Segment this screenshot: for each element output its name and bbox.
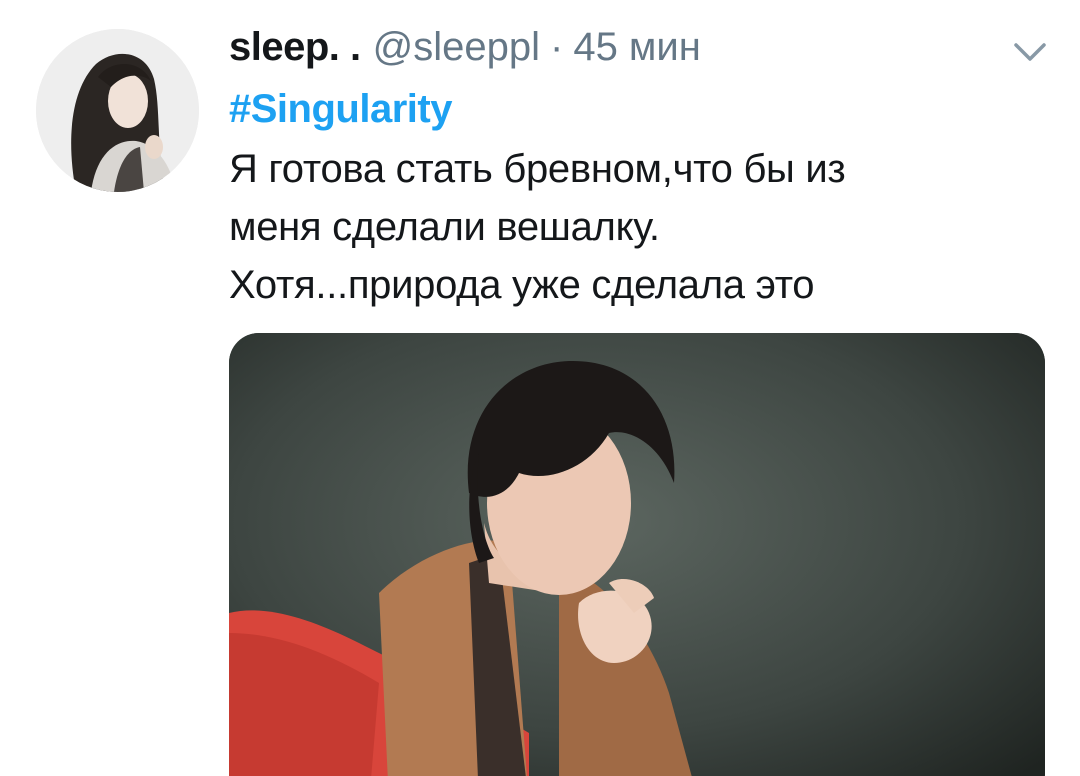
user-handle[interactable]: @sleeppl xyxy=(373,22,540,72)
tweet-card[interactable]: sleep. . @sleeppl · 45 мин #Singularity … xyxy=(0,0,1080,776)
display-name[interactable]: sleep. . xyxy=(229,22,361,72)
photo-image xyxy=(229,333,1045,776)
avatar[interactable] xyxy=(36,29,199,192)
tweet-text-line: Хотя...природа уже сделала это xyxy=(229,263,815,307)
tweet-text-line: Я готова стать бревном,что бы из xyxy=(229,147,846,191)
tweet-text-line: меня сделали вешалку. xyxy=(229,205,660,249)
chevron-down-icon[interactable] xyxy=(1012,40,1048,64)
hashtag-link[interactable]: #Singularity xyxy=(229,84,452,134)
tweet-text: Я готова стать бревном,что бы из меня сд… xyxy=(229,140,1029,314)
timestamp[interactable]: 45 мин xyxy=(573,22,701,72)
avatar-image xyxy=(36,29,199,192)
tweet-header: sleep. . @sleeppl · 45 мин xyxy=(229,22,701,72)
tweet-photo[interactable] xyxy=(229,333,1045,776)
separator-dot: · xyxy=(550,25,564,69)
